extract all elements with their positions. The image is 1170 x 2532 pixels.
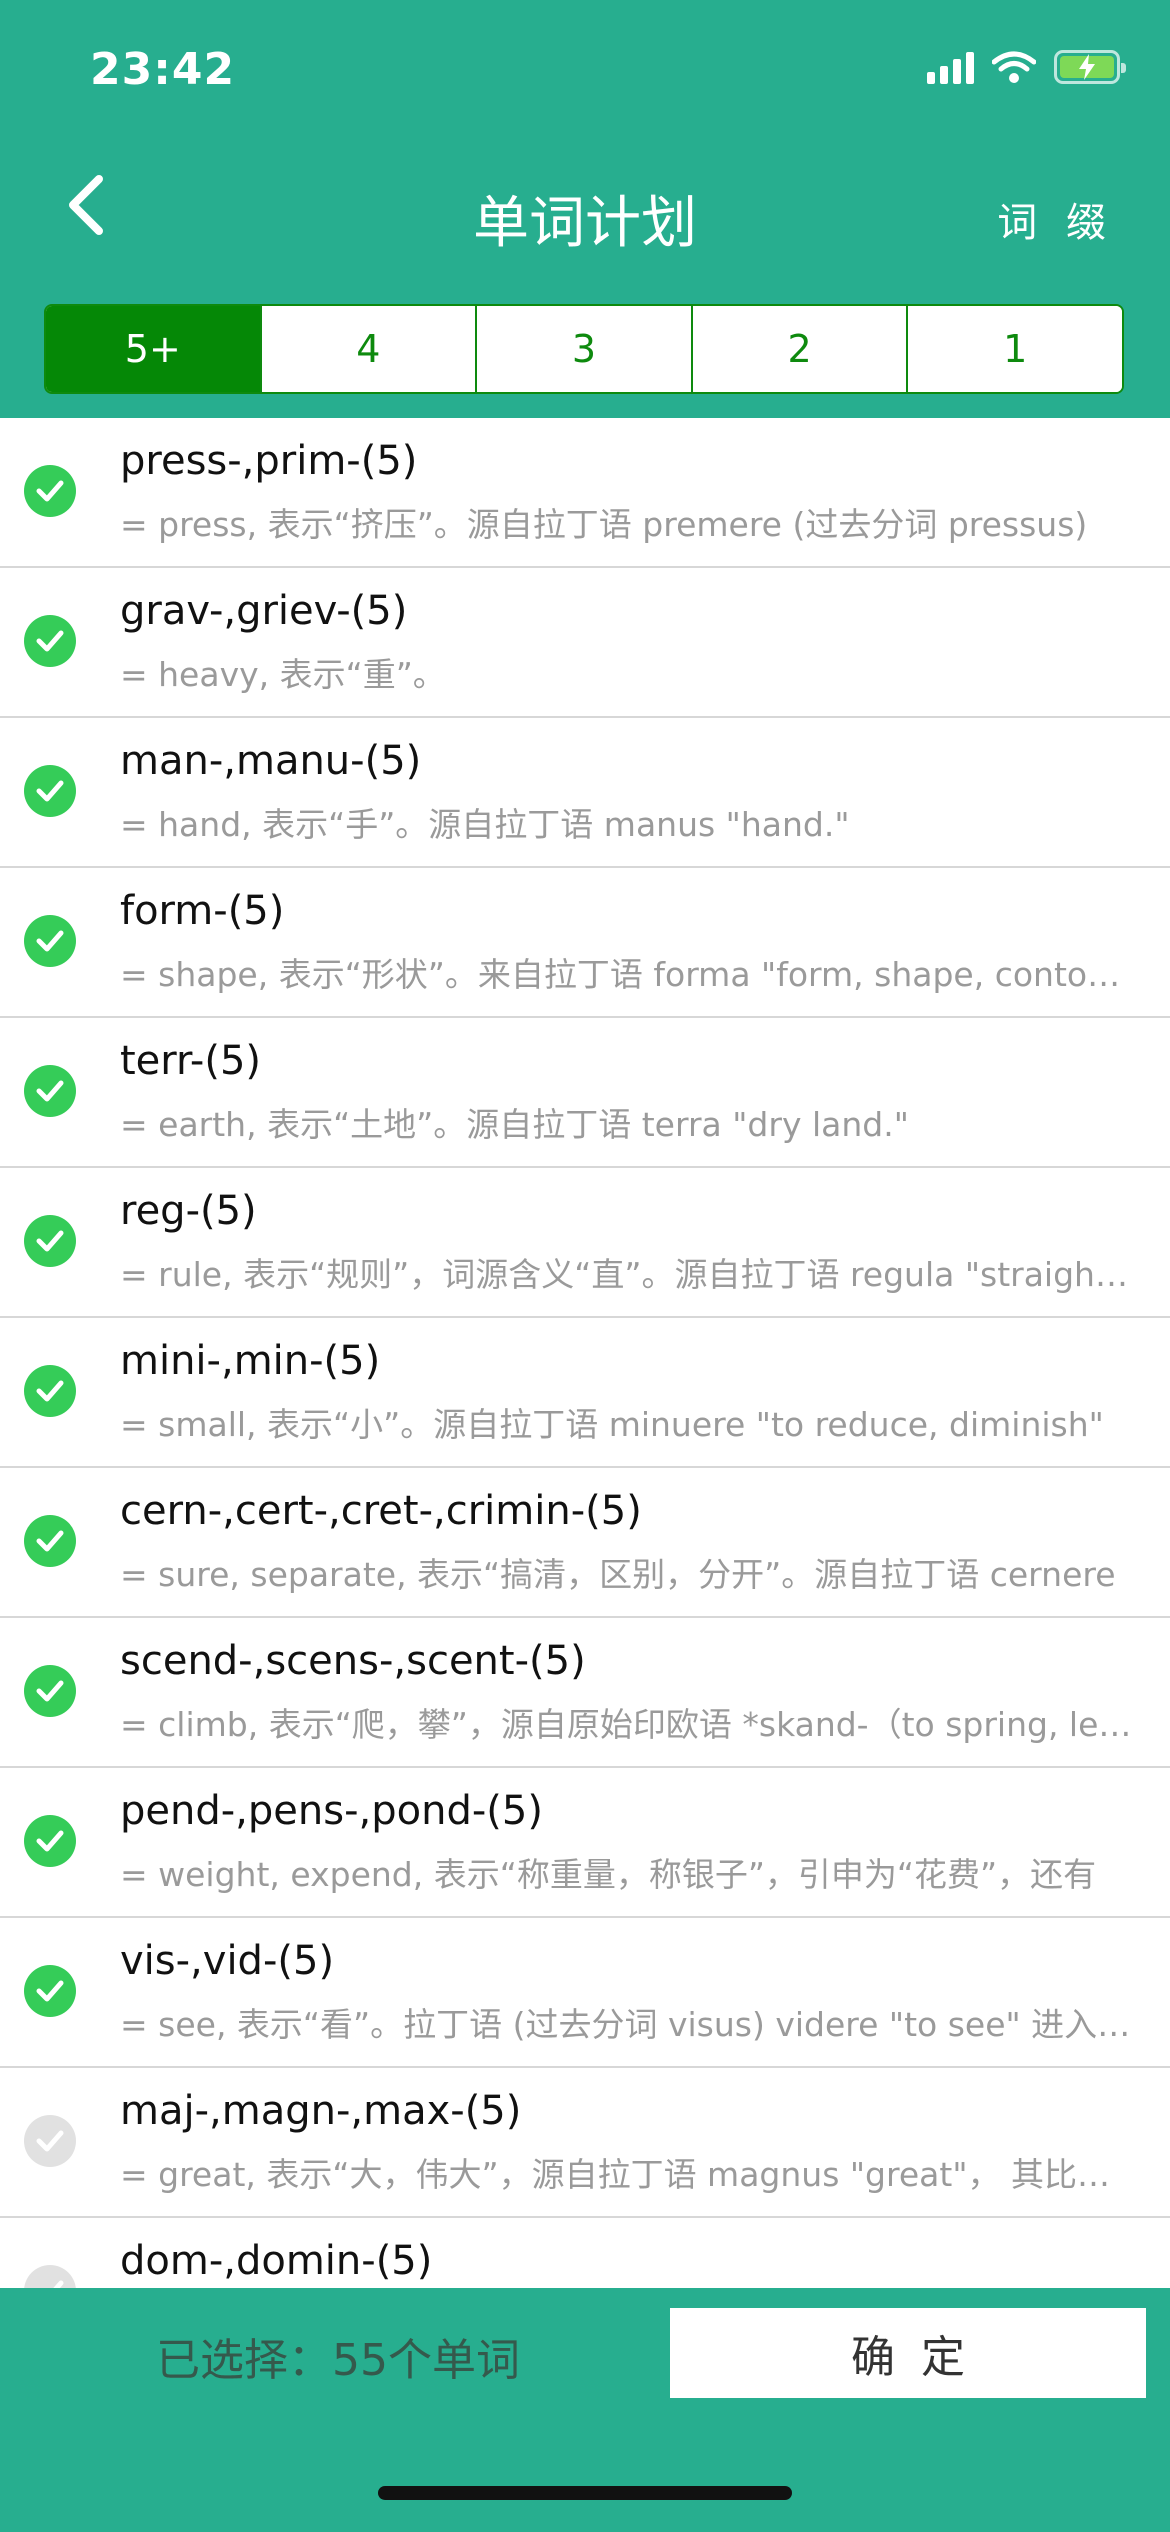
- list-item[interactable]: grav-,griev-(5) = heavy, 表示“重”。: [0, 568, 1170, 718]
- list-item[interactable]: vis-,vid-(5) = see, 表示“看”。拉丁语 (过去分词 visus…: [0, 1918, 1170, 2068]
- checkmark-icon[interactable]: [24, 1365, 76, 1417]
- status-icons: [927, 50, 1126, 84]
- checkmark-icon[interactable]: [24, 1665, 76, 1717]
- item-description: = climb, 表示“爬，攀”，源自原始印欧语 *skand-（to spri…: [120, 1705, 1135, 1744]
- checkmark-icon[interactable]: [24, 615, 76, 667]
- checkmark-icon[interactable]: [24, 1215, 76, 1267]
- tab-1[interactable]: 1: [906, 306, 1122, 392]
- list-item[interactable]: terr-(5) = earth, 表示“土地”。源自拉丁语 terra "dry…: [0, 1018, 1170, 1168]
- tab-2[interactable]: 2: [690, 306, 907, 392]
- item-description: = great, 表示“大，伟大”，源自拉丁语 magnus "great"， …: [120, 2155, 1135, 2194]
- item-description: = heavy, 表示“重”。: [120, 655, 446, 694]
- home-indicator: [378, 2486, 792, 2500]
- item-description: = earth, 表示“土地”。源自拉丁语 terra "dry land.": [120, 1105, 909, 1144]
- battery-icon: [1054, 50, 1126, 84]
- confirm-button[interactable]: 确定: [670, 2308, 1146, 2398]
- item-title: press-,prim-(5): [120, 438, 418, 484]
- item-title: terr-(5): [120, 1038, 262, 1084]
- word-plan-screen: 23:42 单词计划 词 缀 5+ 4 3 2 1 press-,prim-(5…: [0, 0, 1170, 2532]
- item-title: vis-,vid-(5): [120, 1938, 335, 1984]
- checkmark-icon[interactable]: [24, 1965, 76, 2017]
- checkmark-icon[interactable]: [24, 465, 76, 517]
- list-item[interactable]: pend-,pens-,pond-(5) = weight, expend, 表示…: [0, 1768, 1170, 1918]
- item-description: = sure, separate, 表示“搞清，区别，分开”。源自拉丁语 cer…: [120, 1555, 1116, 1594]
- status-time: 23:42: [90, 44, 236, 95]
- list-item[interactable]: reg-(5) = rule, 表示“规则”，词源含义“直”。源自拉丁语 regu…: [0, 1168, 1170, 1318]
- list-item[interactable]: man-,manu-(5) = hand, 表示“手”。源自拉丁语 manus "…: [0, 718, 1170, 868]
- item-title: grav-,griev-(5): [120, 588, 408, 634]
- item-title: dom-,domin-(5): [120, 2238, 433, 2284]
- list-item[interactable]: press-,prim-(5) = press, 表示“挤压”。源自拉丁语 pre…: [0, 418, 1170, 568]
- cellular-signal-icon: [927, 50, 974, 84]
- item-title: form-(5): [120, 888, 285, 934]
- list-item[interactable]: scend-,scens-,scent-(5) = climb, 表示“爬，攀”，…: [0, 1618, 1170, 1768]
- checkmark-icon[interactable]: [24, 1065, 76, 1117]
- checkmark-icon[interactable]: [24, 1515, 76, 1567]
- item-title: mini-,min-(5): [120, 1338, 381, 1384]
- list-item[interactable]: cern-,cert-,cret-,crimin-(5) = sure, sepa…: [0, 1468, 1170, 1618]
- tab-3[interactable]: 3: [475, 306, 691, 392]
- affix-button[interactable]: 词 缀: [997, 190, 1114, 248]
- list-item[interactable]: maj-,magn-,max-(5) = great, 表示“大，伟大”，源自拉丁…: [0, 2068, 1170, 2218]
- item-title: cern-,cert-,cret-,crimin-(5): [120, 1488, 642, 1534]
- tab-4[interactable]: 4: [259, 306, 476, 392]
- item-description: = rule, 表示“规则”，词源含义“直”。源自拉丁语 regula "str…: [120, 1255, 1135, 1294]
- list-item[interactable]: form-(5) = shape, 表示“形状”。来自拉丁语 forma "for…: [0, 868, 1170, 1018]
- item-title: pend-,pens-,pond-(5): [120, 1788, 543, 1834]
- selected-count-text: 已选择：55个单词: [156, 2335, 520, 2386]
- item-description: = small, 表示“小”。源自拉丁语 minuere "to reduce,…: [120, 1405, 1104, 1444]
- header: 23:42 单词计划 词 缀 5+ 4 3 2 1: [0, 0, 1170, 418]
- checkmark-icon[interactable]: [24, 765, 76, 817]
- checkmark-icon[interactable]: [24, 2265, 76, 2288]
- item-title: reg-(5): [120, 1188, 257, 1234]
- item-title: maj-,magn-,max-(5): [120, 2088, 522, 2134]
- page-title: 单词计划: [473, 191, 697, 256]
- checkmark-icon[interactable]: [24, 2115, 76, 2167]
- frequency-tab-bar: 5+ 4 3 2 1: [44, 304, 1124, 394]
- list-item[interactable]: mini-,min-(5) = small, 表示“小”。源自拉丁语 minuer…: [0, 1318, 1170, 1468]
- item-title: scend-,scens-,scent-(5): [120, 1638, 586, 1684]
- item-description: = shape, 表示“形状”。来自拉丁语 forma "form, shape…: [120, 955, 1135, 994]
- item-description: = weight, expend, 表示“称重量，称银子”，引申为“花费”，还有: [120, 1855, 1097, 1894]
- affix-list[interactable]: press-,prim-(5) = press, 表示“挤压”。源自拉丁语 pre…: [0, 418, 1170, 2288]
- wifi-icon: [992, 51, 1036, 83]
- item-title: man-,manu-(5): [120, 738, 422, 784]
- item-description: = press, 表示“挤压”。源自拉丁语 premere (过去分词 pres…: [120, 505, 1088, 544]
- item-description: = hand, 表示“手”。源自拉丁语 manus "hand.": [120, 805, 850, 844]
- list-item[interactable]: dom-,domin-(5): [0, 2218, 1170, 2288]
- checkmark-icon[interactable]: [24, 1815, 76, 1867]
- tab-5-plus[interactable]: 5+: [46, 306, 260, 392]
- item-description: = see, 表示“看”。拉丁语 (过去分词 visus) videre "to…: [120, 2005, 1135, 2044]
- checkmark-icon[interactable]: [24, 915, 76, 967]
